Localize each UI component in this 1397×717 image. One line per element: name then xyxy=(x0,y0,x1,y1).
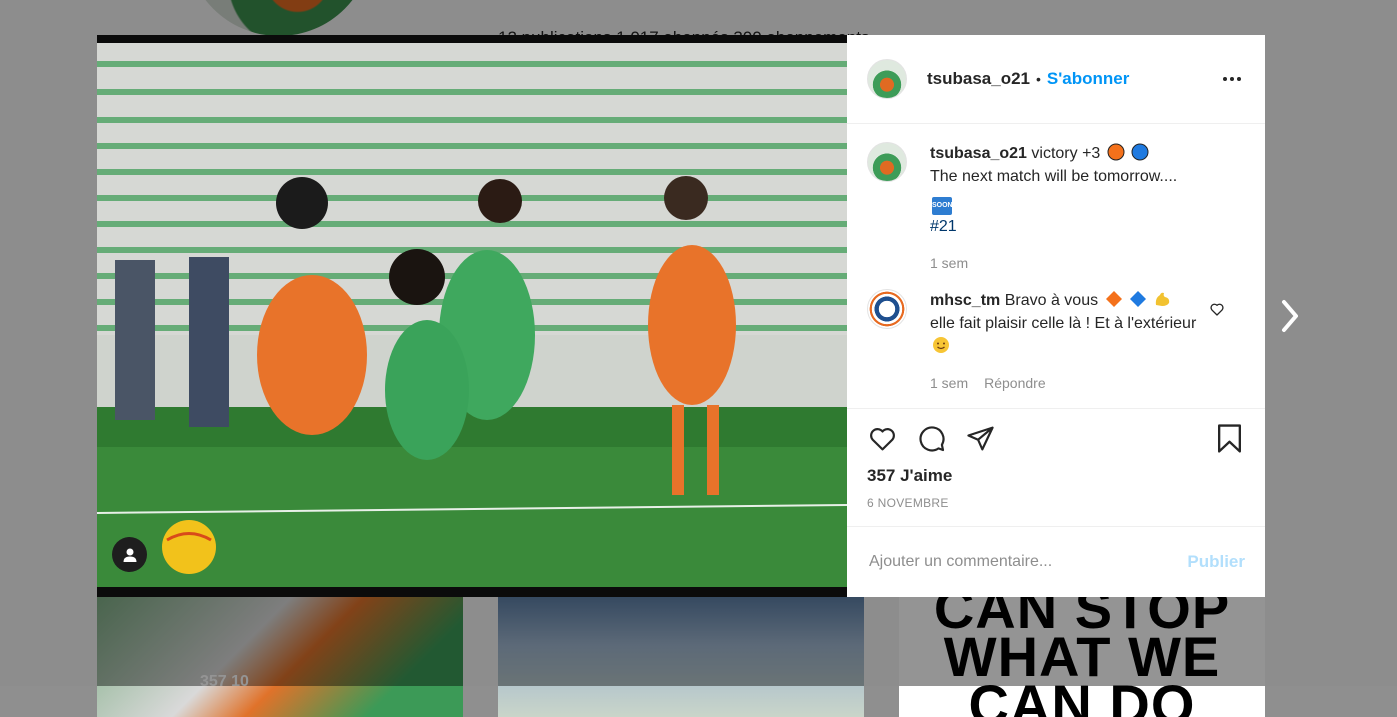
post-modal: tsubasa_o21 • S'abonner tsubasa_o21 vict… xyxy=(97,35,1265,597)
caption: tsubasa_o21 victory +3 The next match wi… xyxy=(867,142,1245,275)
comment-input[interactable] xyxy=(867,552,1188,572)
comment-button[interactable] xyxy=(916,424,947,453)
avatar[interactable] xyxy=(867,289,907,329)
separator-dot: • xyxy=(1036,71,1041,87)
share-icon xyxy=(967,426,994,451)
post-sidebar: tsubasa_o21 • S'abonner tsubasa_o21 vict… xyxy=(847,35,1265,597)
football-match-photo xyxy=(97,35,847,597)
author-username[interactable]: tsubasa_o21 xyxy=(927,69,1030,89)
more-options-icon xyxy=(1237,77,1241,81)
avatar[interactable] xyxy=(867,59,907,99)
comment-text-two: elle fait plaisir celle là ! Et à l'exté… xyxy=(930,315,1197,332)
post-header: tsubasa_o21 • S'abonner xyxy=(847,35,1265,124)
caption-time[interactable]: 1 sem xyxy=(930,252,968,275)
soon-emoji: SOON xyxy=(932,197,953,215)
comments-list: tsubasa_o21 victory +3 The next match wi… xyxy=(847,124,1265,408)
comment-icon xyxy=(919,426,945,452)
publish-button[interactable]: Publier xyxy=(1187,552,1245,572)
chevron-right-icon xyxy=(1282,300,1298,332)
orange-diamond-emoji xyxy=(1105,291,1122,307)
heart-icon xyxy=(870,428,895,451)
blue-circle-emoji xyxy=(1131,143,1149,161)
more-options-icon xyxy=(1223,77,1227,81)
share-button[interactable] xyxy=(965,424,996,453)
like-comment-button[interactable] xyxy=(1209,301,1225,322)
save-button[interactable] xyxy=(1214,423,1245,454)
bookmark-icon xyxy=(1218,424,1241,453)
reply-button[interactable]: Répondre xyxy=(984,372,1046,395)
post-actions-section: 357 J'aime 6 NOVEMBRE xyxy=(847,408,1265,526)
smiling-face-emoji xyxy=(933,337,949,353)
like-button[interactable] xyxy=(867,424,898,453)
heart-icon xyxy=(1210,303,1224,316)
tagged-users-button[interactable] xyxy=(112,537,147,572)
follow-button[interactable]: S'abonner xyxy=(1047,69,1129,89)
caption-text: victory +3 xyxy=(1031,145,1101,162)
comment-username[interactable]: mhsc_tm xyxy=(930,292,1000,309)
action-bar xyxy=(867,423,1245,454)
hashtag-link[interactable]: #21 xyxy=(930,218,957,235)
flexed-biceps-emoji xyxy=(1156,292,1170,306)
post-photo[interactable] xyxy=(97,35,847,597)
comment-time[interactable]: 1 sem xyxy=(930,372,968,395)
more-options-button[interactable] xyxy=(1219,73,1245,85)
blue-diamond-emoji xyxy=(1130,291,1146,307)
caption-line-two: The next match will be tomorrow.... xyxy=(930,168,1178,185)
comment-item: mhsc_tm Bravo à vous elle fait plaisir c… xyxy=(867,289,1245,395)
avatar[interactable] xyxy=(867,142,907,182)
user-tag-icon xyxy=(123,548,136,562)
post-date[interactable]: 6 NOVEMBRE xyxy=(867,496,1245,510)
next-post-button[interactable] xyxy=(1276,296,1304,341)
more-options-icon xyxy=(1230,77,1234,81)
likes-count[interactable]: 357 J'aime xyxy=(867,466,1245,486)
caption-username[interactable]: tsubasa_o21 xyxy=(930,145,1027,162)
orange-circle-emoji xyxy=(1107,143,1125,161)
comment-composer: Publier xyxy=(847,526,1265,597)
comment-text: Bravo à vous xyxy=(1004,292,1099,309)
